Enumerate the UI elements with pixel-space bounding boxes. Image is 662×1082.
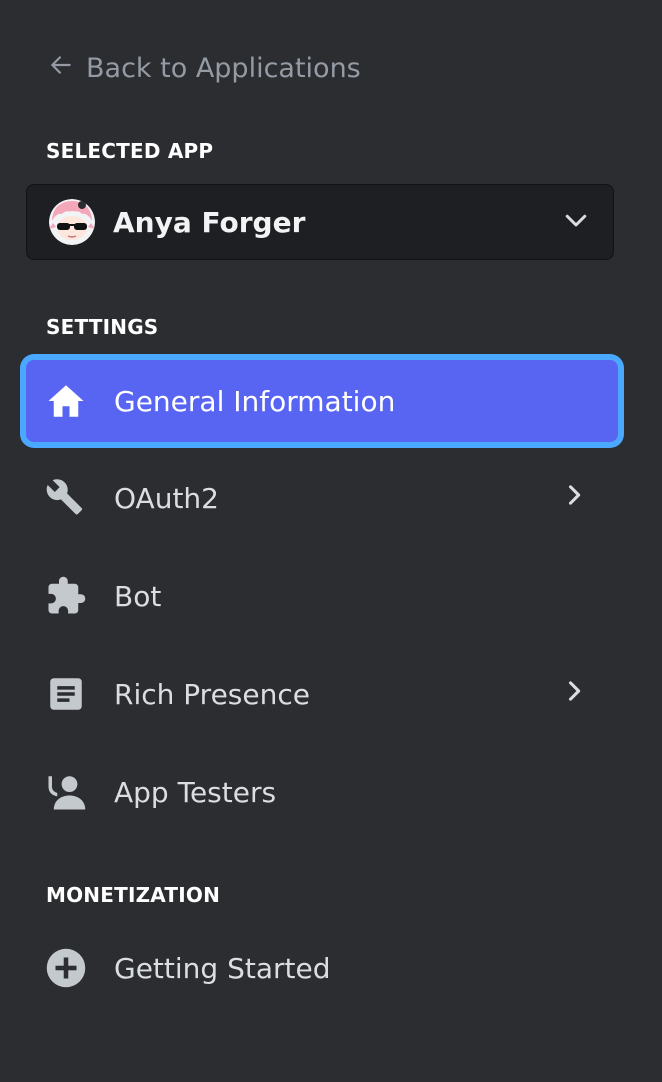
sidebar-item-rich-presence[interactable]: Rich Presence xyxy=(26,654,618,734)
app-selector-dropdown[interactable]: Anya Forger xyxy=(26,184,614,260)
monetization-heading: MONETIZATION xyxy=(46,883,221,907)
developer-portal-sidebar: Back to Applications SELECTED APP Anya F… xyxy=(0,0,662,1082)
user-add-icon xyxy=(44,770,88,814)
sidebar-item-label: Bot xyxy=(114,579,162,613)
chevron-right-icon xyxy=(560,481,618,516)
sidebar-item-app-testers[interactable]: App Testers xyxy=(26,752,618,832)
sidebar-item-bot[interactable]: Bot xyxy=(26,556,618,636)
arrow-left-icon xyxy=(48,52,74,85)
plus-circle-icon xyxy=(44,946,88,990)
sidebar-item-getting-started[interactable]: Getting Started xyxy=(26,928,618,1008)
home-icon xyxy=(44,379,88,423)
sidebar-item-label: Rich Presence xyxy=(114,677,310,711)
avatar xyxy=(49,199,95,245)
selected-app-name: Anya Forger xyxy=(113,205,306,239)
wrench-icon xyxy=(44,476,88,520)
chevron-down-icon xyxy=(561,205,613,239)
document-icon xyxy=(44,672,88,716)
sidebar-item-label: OAuth2 xyxy=(114,481,219,515)
selected-app-heading: SELECTED APP xyxy=(46,139,214,163)
settings-heading: SETTINGS xyxy=(46,315,159,339)
sidebar-item-oauth2[interactable]: OAuth2 xyxy=(26,458,618,538)
sidebar-item-general-information[interactable]: General Information xyxy=(26,360,618,442)
back-link-label: Back to Applications xyxy=(86,52,361,84)
sidebar-item-label: Getting Started xyxy=(114,951,331,985)
back-to-applications-link[interactable]: Back to Applications xyxy=(48,46,361,90)
chevron-right-icon xyxy=(560,677,618,712)
sidebar-item-label: General Information xyxy=(114,384,396,418)
sidebar-item-label: App Testers xyxy=(114,775,277,809)
puzzle-piece-icon xyxy=(44,574,88,618)
